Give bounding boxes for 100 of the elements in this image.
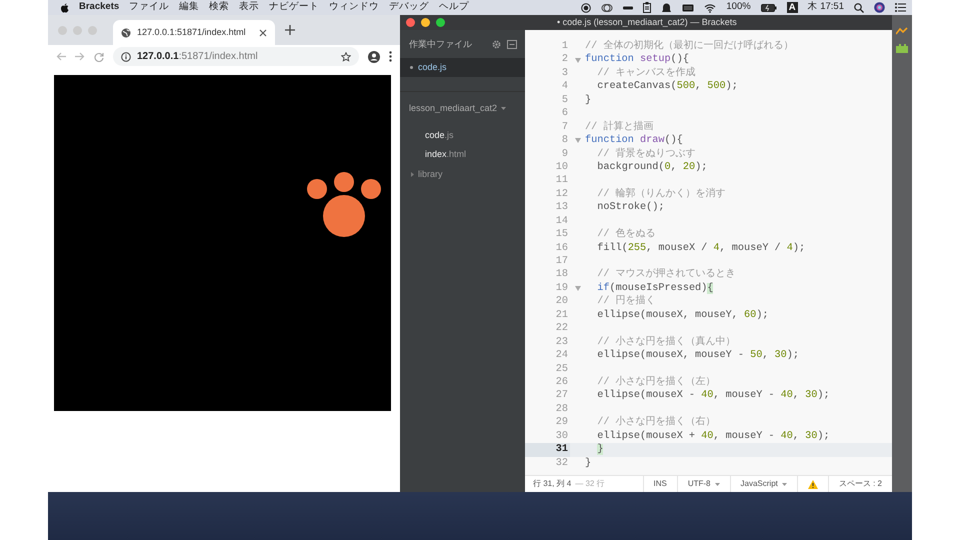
- app-menu[interactable]: Brackets: [79, 0, 120, 15]
- record-icon[interactable]: [581, 2, 592, 12]
- menu-item[interactable]: ウィンドウ: [329, 0, 380, 15]
- line-number: 14: [554, 214, 569, 228]
- split-view-icon[interactable]: [507, 40, 517, 50]
- line-number: 20: [554, 295, 569, 309]
- browser-tab[interactable]: 127.0.0.1:51871/index.html: [113, 20, 275, 45]
- input-source[interactable]: A: [786, 2, 798, 13]
- line-number: 10: [554, 160, 569, 174]
- search-icon[interactable]: [854, 2, 864, 12]
- code-line: ellipse(mouseX, mouseY - 50, 30);: [596, 349, 800, 362]
- line-number: 15: [554, 228, 569, 242]
- line-number: 25: [554, 362, 569, 376]
- settings-icon[interactable]: [492, 40, 501, 50]
- code-line: noStroke();: [596, 201, 664, 215]
- line-number: 18: [554, 268, 569, 282]
- menu-item[interactable]: デバッグ: [389, 0, 430, 15]
- address-bar[interactable]: 127.0.0.1:51871/index.html: [113, 47, 359, 66]
- battery-icon[interactable]: [760, 4, 777, 12]
- caret-icon: [501, 107, 506, 110]
- code-line: // 色をぬる: [596, 228, 656, 242]
- star-icon[interactable]: [341, 52, 351, 62]
- menu-item[interactable]: 編集: [179, 0, 200, 15]
- line-number: 17: [554, 255, 569, 268]
- line-number: 9: [560, 148, 569, 161]
- line-number: 22: [554, 322, 569, 336]
- insert-mode[interactable]: INS: [642, 476, 677, 492]
- menu-item[interactable]: ファイル: [129, 0, 170, 15]
- panel-header: 作業中ファイル: [409, 38, 473, 51]
- project-dropdown[interactable]: lesson_mediaart_cat2: [409, 103, 498, 113]
- folder-item[interactable]: library: [409, 164, 516, 184]
- file-item[interactable]: code.js: [409, 126, 516, 145]
- list-icon[interactable]: [895, 3, 906, 12]
- code-line: if(mouseIsPressed){: [596, 282, 714, 294]
- code-line: ellipse(mouseX, mouseY, 60);: [596, 308, 768, 322]
- live-preview-icon[interactable]: [896, 27, 908, 35]
- code-line: // 円を描く: [596, 295, 656, 309]
- line-number: 30: [554, 430, 569, 444]
- code-line: // 小さな円を描く（真ん中）: [596, 336, 736, 350]
- line-number: 11: [554, 174, 569, 188]
- info-icon: [121, 52, 131, 62]
- menu-item[interactable]: 表示: [239, 0, 260, 15]
- apple-icon[interactable]: [60, 2, 69, 12]
- tab-title: 127.0.0.1:51871/index.html: [137, 26, 247, 39]
- code-line: }: [585, 94, 592, 108]
- code-line: // 輪郭（りんかく）を消す: [596, 188, 726, 202]
- caret-icon: [714, 482, 720, 486]
- line-number: 1: [560, 40, 569, 54]
- file-item[interactable]: index.html: [409, 145, 516, 164]
- line-number: 5: [560, 94, 569, 108]
- extension-icon[interactable]: [896, 43, 908, 53]
- line-count: — 32 行: [575, 478, 606, 490]
- language-dropdown[interactable]: JavaScript: [730, 476, 797, 492]
- globe-icon: [121, 28, 131, 38]
- code-line: ellipse(mouseX - 40, mouseY - 40, 30);: [596, 389, 830, 403]
- code-line: background(0, 20);: [596, 160, 708, 174]
- encoding-dropdown[interactable]: UTF-8: [676, 476, 730, 492]
- line-number: 12: [554, 188, 569, 202]
- code-line: }: [585, 456, 592, 470]
- code-line: // 全体の初期化（最初に一回だけ呼ばれる）: [585, 40, 794, 54]
- cursor-position: 行 31, 列 4: [532, 478, 572, 490]
- battery-percent: 100%: [726, 0, 751, 14]
- menu-item[interactable]: 検索: [209, 0, 230, 15]
- zoom-light[interactable]: [436, 18, 445, 27]
- code-line: function setup(){: [585, 53, 689, 66]
- code-line: createCanvas(500, 500);: [596, 80, 738, 94]
- wifi-icon[interactable]: [704, 2, 716, 12]
- code-line: fill(255, mouseX / 4, mouseY / 4);: [596, 242, 806, 255]
- line-number: 27: [554, 389, 569, 403]
- bell-icon[interactable]: [661, 2, 672, 12]
- menu-item[interactable]: ヘルプ: [439, 0, 470, 15]
- more-icon[interactable]: [389, 51, 392, 62]
- orb-icon[interactable]: [874, 2, 885, 13]
- line-number: 4: [560, 80, 569, 94]
- line-number: 8: [560, 134, 569, 148]
- caret-icon: [782, 482, 787, 486]
- menu-clock[interactable]: 木 17:51: [808, 0, 844, 15]
- line-number: 32: [554, 456, 569, 470]
- close-light[interactable]: [406, 18, 415, 27]
- plus-icon[interactable]: [285, 25, 295, 35]
- line-number: 21: [554, 308, 569, 322]
- window-title: • code.js (lesson_mediaart_cat2) — Brackets: [557, 16, 737, 29]
- working-file[interactable]: code.js: [400, 58, 525, 77]
- line-number: 16: [554, 242, 569, 255]
- code-line: // 背景をぬりつぶす: [596, 148, 696, 161]
- close-icon[interactable]: [259, 28, 267, 36]
- line-number: 13: [554, 201, 569, 215]
- code-line: // 計算と描画: [585, 120, 654, 134]
- line-number: 23: [554, 336, 569, 350]
- line-number: 24: [554, 349, 569, 362]
- keyboard-icon[interactable]: [682, 3, 694, 12]
- line-number: 19: [554, 282, 569, 296]
- warning-icon[interactable]: [808, 480, 818, 488]
- rings-icon[interactable]: [601, 2, 614, 12]
- code-line: // マウスが押されているとき: [596, 268, 736, 282]
- line-number: 26: [554, 376, 569, 390]
- clipboard-icon[interactable]: [643, 2, 652, 13]
- account-icon[interactable]: [368, 50, 380, 62]
- menu-item[interactable]: ナビゲート: [269, 0, 320, 15]
- minimize-light[interactable]: [421, 18, 430, 27]
